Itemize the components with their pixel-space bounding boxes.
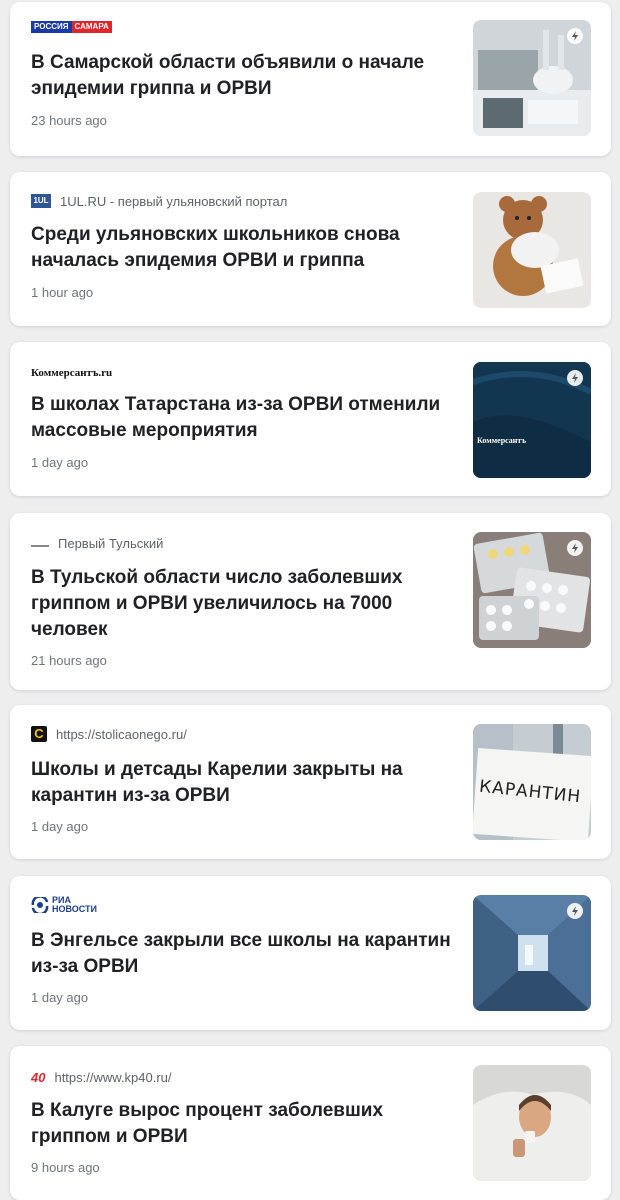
source-name: Первый Тульский xyxy=(58,535,164,551)
thumbnail-caption: Коммерсантъ xyxy=(477,436,526,445)
news-headline[interactable]: Среди ульяновских школьников снова начал… xyxy=(31,222,461,274)
sick-man-in-blanket-image xyxy=(473,1065,591,1181)
source-name: https://stolicaonego.ru/ xyxy=(56,726,187,742)
news-timestamp: 1 day ago xyxy=(31,990,89,1005)
news-source: Первый Тульский xyxy=(31,534,163,552)
news-timestamp: 1 hour ago xyxy=(31,285,94,300)
source-name: https://www.kp40.ru/ xyxy=(54,1069,172,1085)
1ul-logo: 1UL xyxy=(31,194,51,208)
news-timestamp: 1 day ago xyxy=(31,819,89,834)
news-thumbnail[interactable] xyxy=(473,895,591,1011)
news-source: Коммерсантъ.ru xyxy=(31,364,112,382)
ria-novosti-logo: РИА НОВОСТИ xyxy=(31,896,97,914)
lightning-icon xyxy=(567,370,583,386)
news-source: РОССИЯ САМАРА xyxy=(31,18,112,36)
kp40-logo: 40 xyxy=(31,1069,46,1085)
news-thumbnail[interactable]: КАРАНТИН xyxy=(473,724,591,840)
lightning-icon xyxy=(567,28,583,44)
news-card[interactable]: 40 https://www.kp40.ru/ В Калуге вырос п… xyxy=(10,1046,611,1200)
news-card[interactable]: C https://stolicaonego.ru/ Школы и детса… xyxy=(10,705,611,859)
stolica-onego-logo: C xyxy=(31,726,47,742)
news-headline[interactable]: В Тульской области число заболевших грип… xyxy=(31,565,461,643)
kommersant-logo: Коммерсантъ.ru xyxy=(31,367,113,379)
ria-globe-icon xyxy=(31,897,49,913)
news-source: РИА НОВОСТИ xyxy=(31,896,97,914)
news-timestamp: 1 day ago xyxy=(31,455,89,470)
news-card[interactable]: РОССИЯ САМАРА В Самарской области объявил… xyxy=(10,2,611,156)
news-thumbnail[interactable] xyxy=(473,20,591,136)
news-headline[interactable]: В Энгельсе закрыли все школы на карантин… xyxy=(31,928,461,980)
news-source: 1UL 1UL.RU - первый ульяновский портал xyxy=(31,192,287,210)
news-timestamp: 23 hours ago xyxy=(31,113,107,128)
news-timestamp: 9 hours ago xyxy=(31,1160,100,1175)
news-headline[interactable]: В Калуге вырос процент заболевших гриппо… xyxy=(31,1098,461,1150)
lightning-icon xyxy=(567,903,583,919)
news-thumbnail[interactable] xyxy=(473,532,591,648)
news-timestamp: 21 hours ago xyxy=(31,653,107,668)
news-source: C https://stolicaonego.ru/ xyxy=(31,725,187,743)
source-name: 1UL.RU - первый ульяновский портал xyxy=(60,193,288,209)
news-headline[interactable]: В Самарской области объявили о начале эп… xyxy=(31,50,461,102)
news-thumbnail[interactable] xyxy=(473,1065,591,1181)
teddy-bear-with-tissues-image xyxy=(473,192,591,308)
news-card[interactable]: РИА НОВОСТИ В Энгельсе закрыли все школы… xyxy=(10,876,611,1030)
rossiya-samara-logo: РОССИЯ САМАРА xyxy=(31,21,112,33)
pervyi-tulskii-logo xyxy=(31,539,49,547)
news-card[interactable]: Первый Тульский В Тульской области число… xyxy=(10,513,611,690)
news-headline[interactable]: В школах Татарстана из-за ОРВИ отменили … xyxy=(31,392,461,444)
news-source: 40 https://www.kp40.ru/ xyxy=(31,1068,172,1086)
news-thumbnail[interactable] xyxy=(473,192,591,308)
news-card[interactable]: Коммерсантъ.ru В школах Татарстана из-за… xyxy=(10,342,611,496)
news-headline[interactable]: Школы и детсады Карелии закрыты на каран… xyxy=(31,757,461,809)
news-card[interactable]: 1UL 1UL.RU - первый ульяновский портал С… xyxy=(10,172,611,326)
news-thumbnail[interactable]: Коммерсантъ xyxy=(473,362,591,478)
news-feed: РОССИЯ САМАРА В Самарской области объявил… xyxy=(0,0,620,1200)
lightning-icon xyxy=(567,540,583,556)
